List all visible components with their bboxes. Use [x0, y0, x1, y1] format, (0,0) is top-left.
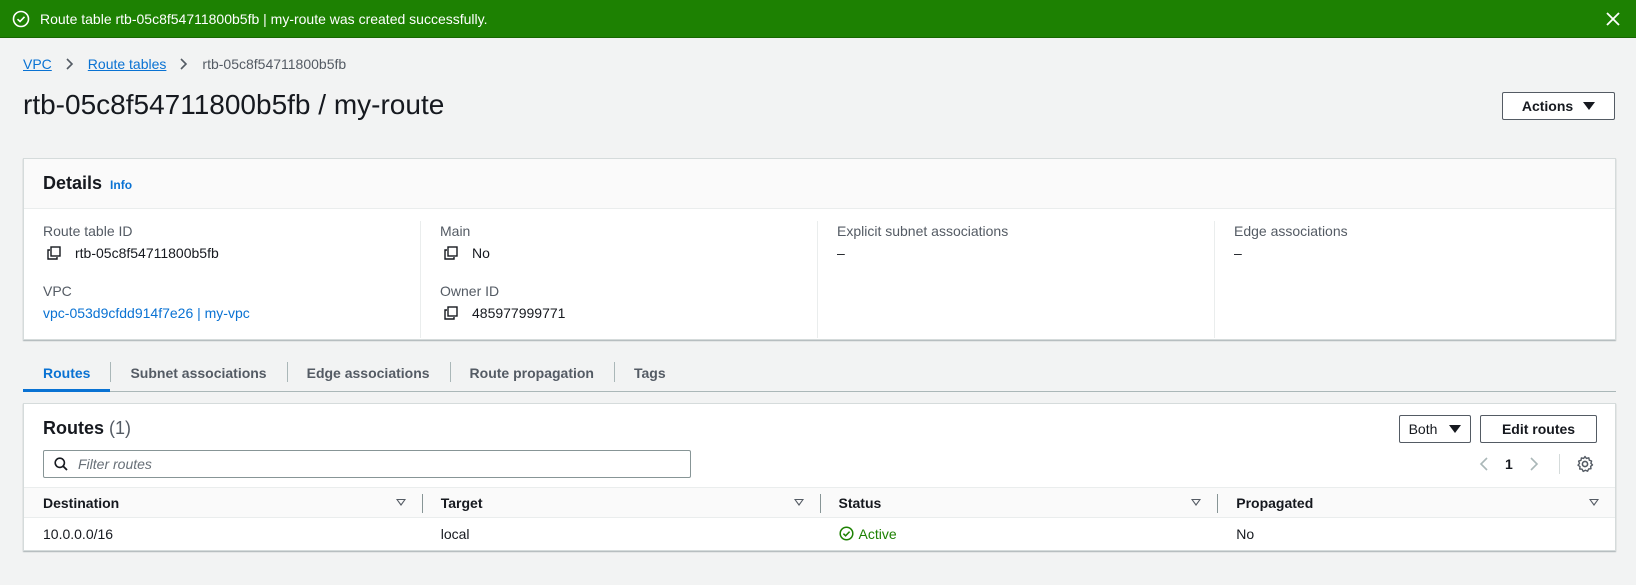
owner-id-label: Owner ID	[440, 283, 500, 299]
table-row: 10.0.0.0/16 local Active No	[24, 518, 1615, 549]
route-filter-select[interactable]: Both	[1399, 415, 1471, 443]
column-label: Target	[440, 494, 483, 511]
actions-label: Actions	[1521, 98, 1574, 114]
breadcrumb: VPC Route tables rtb-05c8f54711800b5fb	[23, 56, 346, 72]
pagination: 1	[1479, 454, 1594, 474]
check-circle-icon	[12, 10, 30, 27]
destination-cell: 10.0.0.0/16	[43, 525, 114, 542]
search-icon	[54, 457, 68, 471]
tabs: Routes Subnet associations Edge associat…	[23, 354, 1616, 392]
sort-icon	[395, 499, 406, 506]
actions-button[interactable]: Actions	[1502, 92, 1615, 120]
main-value: No	[472, 245, 490, 261]
current-page[interactable]: 1	[1505, 456, 1513, 472]
edge-associations-label: Edge associations	[1234, 223, 1348, 239]
owner-id-value: 485977999771	[472, 305, 566, 321]
route-table-id-value: rtb-05c8f54711800b5fb	[75, 245, 219, 261]
info-link[interactable]: Info	[110, 178, 132, 192]
explicit-subnet-value: –	[837, 245, 845, 261]
check-circle-icon	[838, 526, 854, 541]
column-header-destination[interactable]: Destination	[24, 488, 422, 517]
details-col-4: Edge associations –	[1215, 221, 1612, 338]
routes-table: Destination Target Status Propagated 10.…	[24, 487, 1615, 549]
routes-panel: Routes (1) Both Edit routes 1 Destinatio…	[23, 403, 1616, 551]
edit-routes-button[interactable]: Edit routes	[1480, 415, 1597, 443]
sort-icon	[1589, 499, 1599, 506]
tab-routes[interactable]: Routes	[23, 354, 111, 392]
routes-title-text: Routes	[43, 418, 105, 438]
caret-down-icon	[1449, 425, 1462, 433]
explicit-subnet-label: Explicit subnet associations	[837, 223, 1009, 239]
close-icon[interactable]	[1604, 10, 1622, 28]
details-col-3: Explicit subnet associations –	[818, 221, 1215, 338]
copy-icon[interactable]	[444, 246, 458, 260]
copy-icon[interactable]	[47, 246, 61, 260]
tab-tags[interactable]: Tags	[613, 354, 686, 391]
pager-divider	[1558, 454, 1560, 474]
column-label: Status	[838, 494, 882, 511]
copy-icon[interactable]	[444, 306, 458, 320]
column-label: Destination	[43, 494, 120, 511]
routes-title: Routes (1)	[43, 418, 131, 439]
details-header: Details Info	[24, 159, 1615, 209]
breadcrumb-vpc-link[interactable]: VPC	[23, 56, 52, 72]
details-panel: Details Info Route table ID rtb-05c8f547…	[23, 158, 1616, 340]
sort-icon	[1191, 499, 1202, 506]
vpc-link[interactable]: vpc-053d9cfdd914f7e26 | my-vpc	[43, 303, 250, 323]
status-text: Active	[858, 525, 897, 542]
status-badge: Active	[838, 525, 897, 542]
details-col-2: Main No Owner ID 485977999771	[421, 221, 818, 338]
success-flash-banner: Route table rtb-05c8f54711800b5fb | my-r…	[0, 0, 1636, 38]
tab-edge-associations[interactable]: Edge associations	[286, 354, 450, 391]
column-label: Propagated	[1236, 494, 1314, 511]
filter-routes-field[interactable]	[43, 450, 691, 478]
main-label: Main	[440, 223, 471, 239]
breadcrumb-current: rtb-05c8f54711800b5fb	[202, 56, 347, 72]
details-title: Details	[43, 173, 103, 193]
tab-subnet-associations[interactable]: Subnet associations	[110, 354, 286, 391]
status-cell: Active	[820, 518, 1218, 549]
chevron-right-icon	[180, 58, 188, 70]
chevron-right-icon	[66, 58, 73, 70]
details-col-1: Route table ID rtb-05c8f54711800b5fb VPC…	[24, 221, 421, 338]
vpc-label: VPC	[43, 283, 72, 299]
chevron-left-icon[interactable]	[1479, 457, 1489, 471]
flash-message: Route table rtb-05c8f54711800b5fb | my-r…	[40, 10, 488, 27]
filter-routes-input[interactable]	[78, 456, 658, 472]
edge-associations-value: –	[1234, 245, 1242, 261]
column-header-propagated[interactable]: Propagated	[1217, 488, 1615, 517]
propagated-cell: No	[1236, 525, 1255, 542]
chevron-right-icon[interactable]	[1529, 457, 1539, 471]
table-header: Destination Target Status Propagated	[24, 487, 1615, 518]
tab-route-propagation[interactable]: Route propagation	[449, 354, 614, 391]
target-cell: local	[440, 525, 470, 542]
column-header-status[interactable]: Status	[819, 488, 1218, 517]
route-filter-label: Both	[1408, 421, 1438, 437]
column-header-target[interactable]: Target	[421, 488, 820, 517]
gear-icon[interactable]	[1576, 455, 1594, 473]
caret-down-icon	[1583, 102, 1596, 110]
breadcrumb-route-tables-link[interactable]: Route tables	[88, 56, 167, 72]
sort-icon	[793, 499, 804, 506]
route-table-id-label: Route table ID	[43, 223, 133, 239]
routes-count: (1)	[109, 418, 132, 438]
page-title: rtb-05c8f54711800b5fb / my-route	[23, 89, 445, 120]
